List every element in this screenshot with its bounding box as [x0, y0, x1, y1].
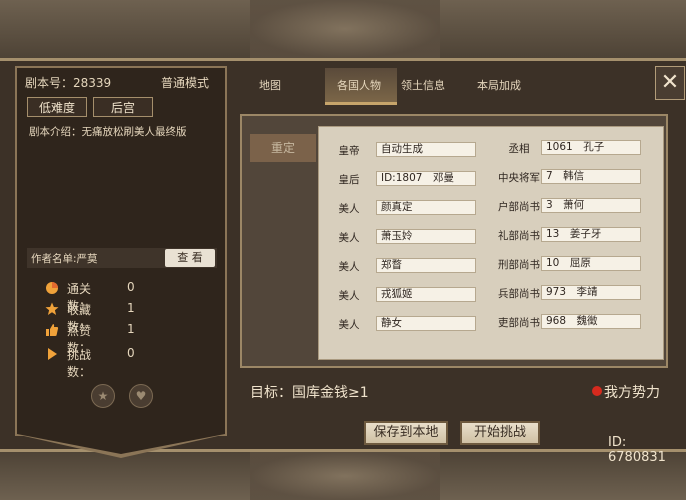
stat-value: 1 [127, 301, 135, 315]
official-name[interactable]: 10 屈原 [541, 256, 641, 271]
stat-label: 挑战数： [67, 348, 92, 379]
role-label: 美人 [338, 232, 360, 244]
character-name[interactable]: 颜真定 [376, 200, 476, 215]
author-list: 作者名单:严莫 [31, 253, 98, 265]
characters-sheet: 皇帝 自动生成 皇后 ID:1807 邓曼 美人 颜真定 美人 萧玉姈 美人 郑瞀 美人戎… [318, 126, 664, 360]
thumbs-up-icon [46, 324, 59, 336]
save-local-button[interactable]: 保存到本地 [364, 421, 448, 445]
office-label: 丞相 [508, 143, 530, 155]
palace-button[interactable]: 后宫 [93, 97, 153, 117]
red-dot-icon [592, 386, 602, 396]
tab-map[interactable]: 地图 [259, 77, 281, 93]
close-icon[interactable]: ✕ [655, 66, 685, 100]
script-number: 剧本号：28339 [25, 74, 111, 91]
like-icon[interactable]: ♥ [129, 384, 153, 408]
script-number-value: 28339 [73, 76, 112, 90]
office-label: 吏部尚书 [498, 317, 540, 329]
intro-text: 无痛放松刷美人最终版 [81, 126, 187, 138]
office-label: 中央将军 [498, 172, 540, 184]
script-number-label: 剧本号： [25, 76, 74, 90]
play-icon [48, 348, 57, 360]
stat-value: 0 [127, 346, 135, 360]
intro-label: 剧本介绍： [29, 126, 82, 138]
office-label: 户部尚书 [498, 201, 540, 213]
stat-value: 0 [127, 280, 135, 294]
stat-value: 1 [127, 322, 135, 336]
share-icon[interactable]: ★ [91, 384, 115, 408]
character-name[interactable]: 萧玉姈 [376, 229, 476, 244]
character-name[interactable]: 自动生成 [376, 142, 476, 157]
game-id: ID: 6780831 [608, 435, 666, 465]
start-challenge-button[interactable]: 开始挑战 [460, 421, 540, 445]
dragon-ornament-top [250, 0, 440, 58]
character-name[interactable]: 戎狐姬 [376, 287, 476, 302]
official-name[interactable]: 968 魏徵 [541, 314, 641, 329]
view-authors-button[interactable]: 查 看 [165, 249, 215, 267]
script-intro: 剧本介绍：无痛放松刷美人最终版 [29, 124, 187, 139]
role-label: 美人 [338, 203, 360, 215]
tab-bonus[interactable]: 本局加成 [477, 77, 521, 93]
official-name[interactable]: 13 姜子牙 [541, 227, 641, 242]
star-icon [45, 302, 59, 315]
official-name[interactable]: 3 萧何 [541, 198, 641, 213]
tab-characters[interactable]: 各国人物 [337, 77, 381, 93]
character-name[interactable]: 静女 [376, 316, 476, 331]
goal-text: 目标：国库金钱≥1 [250, 385, 369, 401]
official-name[interactable]: 1061 孔子 [541, 140, 641, 155]
role-label: 美人 [338, 290, 360, 302]
role-label: 美人 [338, 319, 360, 331]
our-side-label: 我方势力 [604, 385, 660, 401]
office-label: 刑部尚书 [498, 259, 540, 271]
difficulty-button[interactable]: 低难度 [27, 97, 87, 117]
role-label: 美人 [338, 261, 360, 273]
author-bar: 作者名单:严莫 查 看 [27, 248, 217, 268]
dragon-ornament-bottom [250, 452, 440, 500]
characters-panel: 重定 皇帝 自动生成 皇后 ID:1807 邓曼 美人 颜真定 美人 萧玉姈 美人 郑瞀 … [240, 114, 668, 368]
role-label: 皇后 [338, 174, 360, 186]
bottom-ornament-bar [0, 452, 686, 500]
our-side-indicator: 我方势力 [592, 382, 660, 402]
office-label: 兵部尚书 [498, 288, 540, 300]
top-ornament-bar [0, 0, 686, 58]
tab-bar: 地图 各国人物 领土信息 本局加成 [231, 68, 655, 105]
banner-tip-inner [17, 434, 225, 454]
office-label: 礼部尚书 [498, 230, 540, 242]
pie-chart-icon [46, 282, 58, 294]
reset-button[interactable]: 重定 [250, 134, 316, 162]
character-name[interactable]: 郑瞀 [376, 258, 476, 273]
official-name[interactable]: 7 韩信 [541, 169, 641, 184]
role-label: 皇帝 [338, 145, 360, 157]
official-name[interactable]: 973 李靖 [541, 285, 641, 300]
character-name[interactable]: ID:1807 邓曼 [376, 171, 476, 186]
script-info-panel: 剧本号：28339 普通模式 低难度 后宫 剧本介绍：无痛放松刷美人最终版 作者… [15, 66, 227, 458]
game-mode: 普通模式 [160, 76, 209, 90]
tab-territory[interactable]: 领土信息 [401, 77, 445, 93]
